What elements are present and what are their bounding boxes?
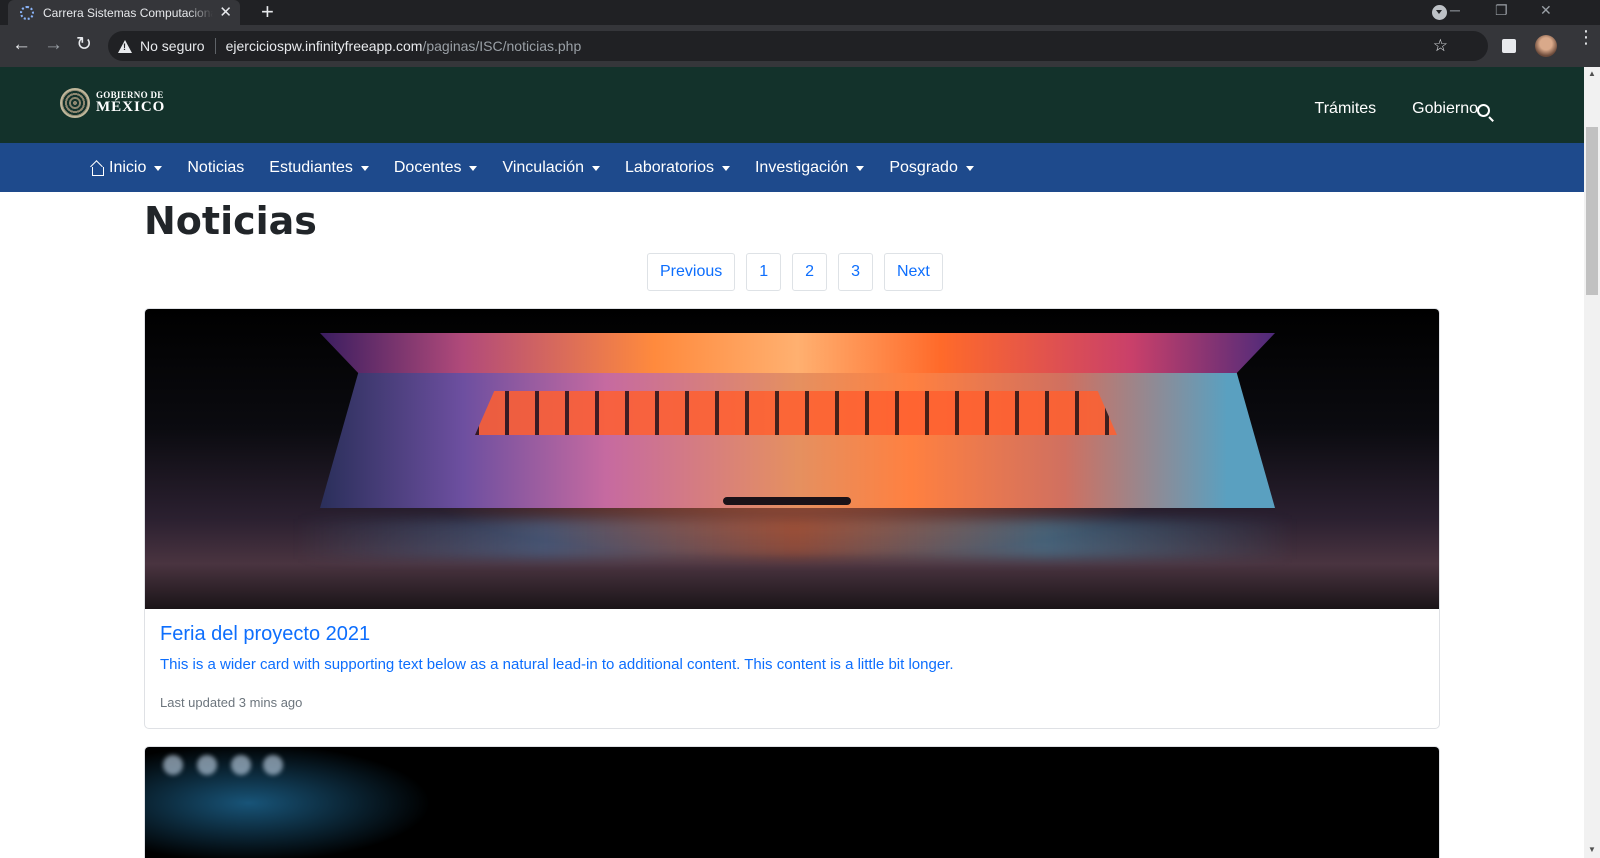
warning-icon [118,39,132,53]
tab-close-icon[interactable]: ✕ [219,5,232,20]
nav-item-label: Investigación [754,158,849,176]
page-scrollbar[interactable]: ▲ ▼ [1584,67,1600,858]
page-viewport: GOBIERNO DE MÉXICO Trámites Gobierno Ini… [0,67,1584,858]
site-favicon-icon [20,5,34,20]
browser-toolbar: ← → ↻ No seguro ejerciciospw.infinityfre… [0,25,1600,67]
nav-item-vinculacion[interactable]: Vinculación [502,158,601,177]
nav-item-label: Posgrado [889,158,958,176]
gov-link-gobierno[interactable]: Gobierno [1412,100,1478,118]
chevron-down-icon [592,165,601,171]
chevron-down-icon [856,165,865,171]
reload-icon[interactable]: ↻ [76,34,92,56]
chevron-down-icon [154,165,163,171]
url-host: ejerciciospw.infinityfreeapp.com [225,38,423,54]
minimize-icon[interactable]: ─ [1450,2,1460,18]
chevron-down-icon [965,165,974,171]
back-arrow-icon[interactable]: ← [12,34,31,56]
pagination-page-2[interactable]: 2 [792,253,828,291]
pagination-previous[interactable]: Previous [647,253,736,291]
card-updated-time: Last updated 3 mins ago [160,695,303,710]
browser-menu-icon[interactable]: ⋮ [1577,28,1595,46]
tab-search-icon[interactable] [1432,5,1447,20]
bokeh-light [231,755,251,775]
search-icon[interactable] [1477,104,1490,117]
card-text[interactable]: This is a wider card with supporting tex… [160,656,1424,673]
restore-icon[interactable]: ❐ [1495,2,1508,19]
address-bar[interactable]: No seguro ejerciciospw.infinityfreeapp.c… [108,31,1488,61]
window-close-icon[interactable]: ✕ [1540,2,1552,19]
omnibox-divider [214,38,216,54]
gov-links: Trámites Gobierno [1315,100,1478,118]
nav-item-noticias[interactable]: Noticias [187,159,244,177]
scroll-down-icon[interactable]: ▼ [1588,845,1596,854]
pagination-page-1[interactable]: 1 [746,253,782,291]
gov-header: GOBIERNO DE MÉXICO Trámites Gobierno [0,67,1584,143]
bokeh-light [197,755,217,775]
scroll-thumb[interactable] [1586,127,1598,295]
nav-item-label: Laboratorios [625,158,714,176]
card-image-2 [145,747,1439,858]
forward-arrow-icon[interactable]: → [44,34,63,56]
nav-item-label: Estudiantes [269,158,353,176]
nav-item-laboratorios[interactable]: Laboratorios [625,159,730,177]
extensions-puzzle-icon[interactable] [1502,39,1516,53]
nav-item-posgrado[interactable]: Posgrado [889,159,974,177]
tab-title: Carrera Sistemas Computacionales [43,5,213,20]
card-body: Feria del proyecto 2021 This is a wider … [145,609,1439,710]
pagination-next[interactable]: Next [883,253,943,291]
chevron-down-icon [721,165,730,171]
nav-item-label: Noticias [187,158,245,176]
nav-item-label: Inicio [109,158,147,176]
bookmark-star-icon[interactable]: ☆ [1433,36,1448,56]
eagle-seal-icon [60,88,90,118]
gov-logo[interactable]: GOBIERNO DE MÉXICO [60,88,165,118]
nav-item-label: Vinculación [502,158,585,176]
pagination-page-3[interactable]: 3 [838,253,873,291]
gov-link-tramites[interactable]: Trámites [1315,100,1377,118]
page-title: Noticias [144,199,317,243]
scroll-up-icon[interactable]: ▲ [1588,69,1596,78]
security-label[interactable]: No seguro [140,38,205,54]
news-card-2 [144,746,1440,858]
card-title[interactable]: Feria del proyecto 2021 [160,623,1424,646]
bokeh-light [263,755,283,775]
laptop-keyboard-graphic [475,391,1117,435]
url-path: /paginas/ISC/noticias.php [422,38,582,54]
laptop-reflection-graphic [295,519,1295,559]
new-tab-icon[interactable]: + [261,1,274,23]
bokeh-light [163,755,183,775]
home-icon [90,161,104,176]
profile-avatar[interactable] [1535,35,1557,57]
laptop-screen-graphic [320,333,1275,373]
nav-item-label: Docentes [393,158,462,176]
nav-item-estudiantes[interactable]: Estudiantes [269,159,369,177]
card-image-laptop [145,309,1439,609]
nav-item-docentes[interactable]: Docentes [394,159,478,177]
laptop-notch-graphic [723,497,851,505]
browser-tab[interactable]: Carrera Sistemas Computacionales ✕ [8,0,240,25]
gov-logo-text: GOBIERNO DE MÉXICO [96,91,165,115]
news-card: Feria del proyecto 2021 This is a wider … [144,308,1440,729]
chevron-down-icon [469,165,478,171]
pagination: Previous 1 2 3 Next [647,253,943,291]
gov-logo-big: MÉXICO [96,99,166,115]
main-nav: Inicio Noticias Estudiantes Docentes Vin… [0,143,1584,192]
nav-item-inicio[interactable]: Inicio [90,158,163,177]
nav-item-investigacion[interactable]: Investigación [754,158,865,177]
chevron-down-icon [360,165,369,171]
browser-tabstrip: Carrera Sistemas Computacionales ✕ + ─ ❐… [0,0,1600,25]
